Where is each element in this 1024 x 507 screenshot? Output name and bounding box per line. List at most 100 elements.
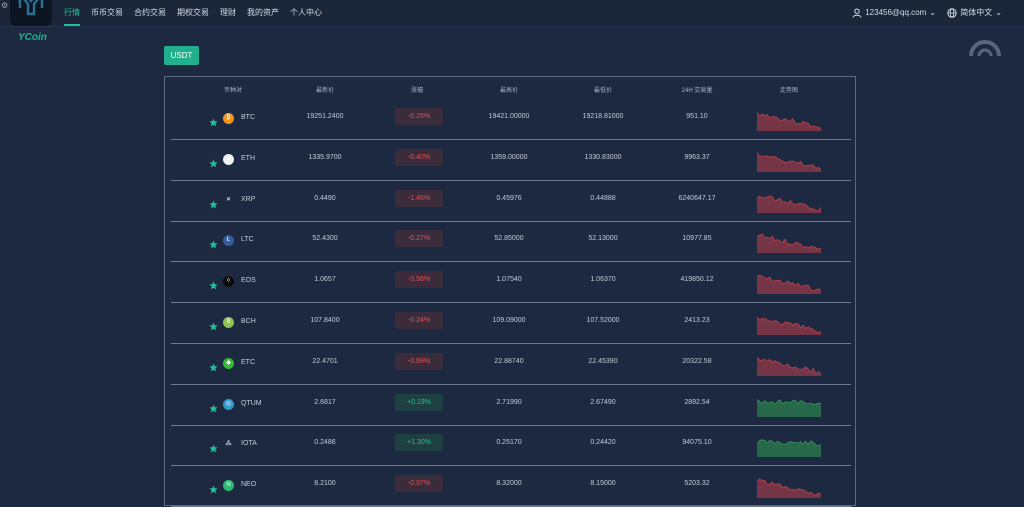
table-row[interactable]: ◆ ETC 22.4701 -0.69% 22.88740 22.45390 20322.5… xyxy=(171,344,851,385)
low-price: 1330.83000 xyxy=(584,153,622,161)
top-navigation-bar: ⚙ 行情 币币交易 合约交易 期权交易 理财 我的资产 个人中心 123456@qq.com… xyxy=(0,0,1024,27)
star-icon[interactable] xyxy=(209,277,218,290)
last-price: 0.2486 xyxy=(314,439,336,447)
trend-sparkline xyxy=(757,194,821,213)
star-icon[interactable] xyxy=(209,359,218,372)
star-icon[interactable] xyxy=(209,440,218,453)
nav-item[interactable]: 行情 xyxy=(64,0,80,26)
table-row[interactable]: ◎ QTUM 2.6817 +0.19% 2.71990 2.67490 2892.54 xyxy=(171,385,851,426)
nav-item[interactable]: 个人中心 xyxy=(290,0,322,26)
coin-icon: ✕ xyxy=(223,194,234,206)
coin-icon: Ł xyxy=(223,235,234,247)
coin-symbol: BTC xyxy=(241,114,255,121)
chevron-down-icon: ⌄ xyxy=(929,8,936,17)
last-price: 1.0657 xyxy=(314,276,336,284)
nav-item[interactable]: 我的资产 xyxy=(247,0,279,26)
coin-icon: N xyxy=(223,480,234,492)
language-selector[interactable]: 简体中文 ⌄ xyxy=(947,0,1002,26)
ycoin-logo-icon xyxy=(18,0,44,16)
last-price: 107.8400 xyxy=(310,317,340,324)
change-badge: -1.46% xyxy=(395,189,443,207)
table-row[interactable]: ✕ XRP 0.4490 -1.46% 0.45976 0.44888 6240647.17 xyxy=(171,181,851,222)
last-price: 1335.9700 xyxy=(308,153,342,161)
trend-sparkline xyxy=(757,398,821,417)
high-price: 19421.00000 xyxy=(488,113,530,120)
volume-24h: 6240647.17 xyxy=(678,194,716,202)
low-price: 0.24420 xyxy=(590,439,616,447)
high-price: 52.85000 xyxy=(494,235,524,243)
coin-icon: ◊ xyxy=(223,276,234,288)
trend-sparkline xyxy=(757,478,821,499)
language-label: 简体中文 xyxy=(960,8,993,17)
table-row[interactable]: N NEO 8.2100 -0.97% 8.32000 8.15000 5203.32 xyxy=(171,466,851,507)
header-pair: 币种对 xyxy=(223,88,243,94)
table-row[interactable]: B BCH 107.8400 -0.24% 109.09000 107.52000 2413… xyxy=(171,303,851,344)
high-price: 109.09000 xyxy=(492,317,526,324)
coin-symbol: XRP xyxy=(241,195,256,203)
star-icon[interactable] xyxy=(209,114,218,127)
change-badge: -0.69% xyxy=(395,352,443,370)
star-icon[interactable] xyxy=(209,196,218,208)
volume-24h: 20322.58 xyxy=(682,357,712,365)
user-menu[interactable]: 123456@qq.com ⌄ xyxy=(852,0,936,26)
table-row[interactable]: ⁂ IOTA 0.2486 +1.30% 0.25170 0.24420 94075.10 xyxy=(171,425,851,467)
volume-24h: 951.10 xyxy=(686,113,708,120)
header-low: 最低价 xyxy=(593,88,613,94)
table-row[interactable]: ◆ ETH 1335.9700 -0.40% 1359.00000 1330.83000 9… xyxy=(171,140,851,181)
table-row[interactable]: Ł LTC 52.4300 -0.27% 52.85000 52.13000 10977.8… xyxy=(171,221,851,263)
tab-usdt[interactable]: USDT xyxy=(164,46,199,65)
chevron-down-icon: ⌄ xyxy=(995,8,1002,17)
market-table: 币种对 最新价 涨幅 最高价 最低价 24H 交易量 走势图 ₿ BTC 19251… xyxy=(164,76,856,507)
last-price: 52.4300 xyxy=(312,235,338,243)
table-header: 币种对 最新价 涨幅 最高价 最低价 24H 交易量 走势图 xyxy=(171,77,851,99)
high-price: 8.32000 xyxy=(496,480,522,488)
last-price: 8.2100 xyxy=(314,480,336,488)
change-badge: -0.97% xyxy=(395,475,443,493)
coin-icon: ◆ xyxy=(223,153,234,165)
low-price: 107.52000 xyxy=(586,317,620,324)
coin-symbol: NEO xyxy=(241,481,257,489)
nav-item[interactable]: 理财 xyxy=(220,0,236,26)
coin-icon: ⁂ xyxy=(223,439,234,451)
high-price: 2.71990 xyxy=(496,398,522,406)
star-icon[interactable] xyxy=(209,236,218,249)
trend-sparkline xyxy=(757,151,821,172)
high-price: 1359.00000 xyxy=(490,153,528,161)
volume-24h: 10977.85 xyxy=(682,235,712,243)
coin-symbol: EOS xyxy=(241,277,256,285)
change-badge: -0.40% xyxy=(395,148,443,166)
coin-symbol: ETC xyxy=(241,358,255,366)
star-icon[interactable] xyxy=(209,318,218,331)
volume-24h: 5203.32 xyxy=(684,480,710,488)
nav-item[interactable]: 币币交易 xyxy=(91,0,123,26)
change-badge: +0.19% xyxy=(395,393,443,411)
high-price: 0.45976 xyxy=(496,194,522,202)
header-last-price: 最新价 xyxy=(315,88,335,94)
trend-sparkline xyxy=(757,439,821,458)
trend-sparkline xyxy=(757,234,821,254)
coin-symbol: BCH xyxy=(241,318,256,325)
change-badge: -0.25% xyxy=(395,108,443,125)
star-icon[interactable] xyxy=(209,400,218,412)
last-price: 22.4701 xyxy=(312,357,338,365)
globe-icon xyxy=(947,8,957,18)
star-icon[interactable] xyxy=(209,155,218,168)
brand-name: YCoin xyxy=(18,32,47,43)
settings-icon[interactable]: ⚙ xyxy=(1,1,8,10)
logo[interactable] xyxy=(10,0,52,26)
coin-symbol: IOTA xyxy=(241,440,257,448)
main-nav: 行情 币币交易 合约交易 期权交易 理财 我的资产 个人中心 xyxy=(64,0,333,26)
change-badge: -0.27% xyxy=(395,230,443,248)
nav-item[interactable]: 期权交易 xyxy=(177,0,209,26)
low-price: 52.13000 xyxy=(588,235,618,243)
coin-icon: ₿ xyxy=(223,113,234,124)
table-row[interactable]: ◊ EOS 1.0657 -0.58% 1.07540 1.06370 419850.12 xyxy=(171,262,851,304)
nav-item[interactable]: 合约交易 xyxy=(134,0,166,26)
table-row[interactable]: ₿ BTC 19251.2400 -0.25% 19421.00000 19218.810… xyxy=(171,99,851,140)
coin-icon: B xyxy=(223,317,234,328)
change-badge: +1.30% xyxy=(395,434,443,452)
header-high: 最高价 xyxy=(499,88,519,94)
coin-symbol: LTC xyxy=(241,236,254,244)
star-icon[interactable] xyxy=(209,481,218,494)
volume-24h: 2413.23 xyxy=(684,317,710,324)
